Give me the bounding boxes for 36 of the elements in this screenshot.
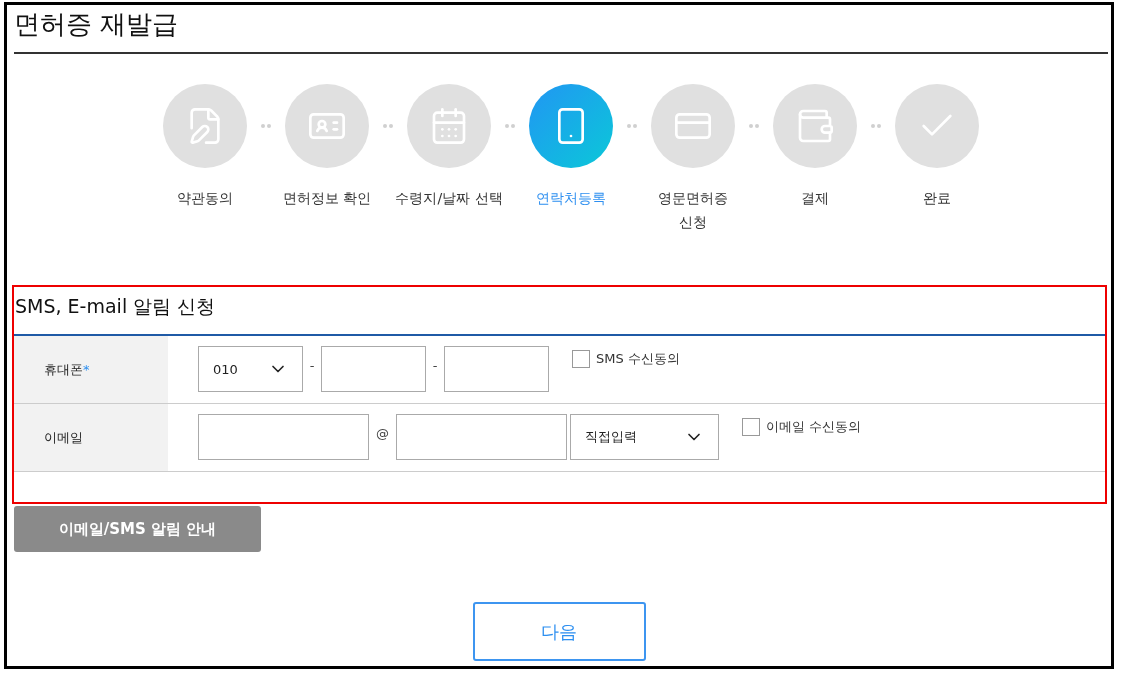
domain-select[interactable]: 직접입력 xyxy=(570,414,719,460)
dot xyxy=(627,124,631,128)
dot xyxy=(383,124,387,128)
separator: - xyxy=(431,357,439,375)
input-field[interactable] xyxy=(321,346,426,392)
at-sign: @ xyxy=(375,425,390,443)
input-field[interactable] xyxy=(198,414,369,460)
page-title: 면허증 재발급 xyxy=(14,5,1108,54)
dot xyxy=(749,124,753,128)
dot xyxy=(755,124,759,128)
input-field[interactable] xyxy=(396,414,567,460)
field-label: 휴대폰* xyxy=(44,360,90,379)
dot xyxy=(261,124,265,128)
dot xyxy=(505,124,509,128)
dot xyxy=(871,124,875,128)
step-label: 면허정보 확인 xyxy=(282,189,372,208)
dot xyxy=(389,124,393,128)
step-label: 영문면허증 신청 xyxy=(658,189,728,232)
dot xyxy=(267,124,271,128)
consent-label: SMS 수신동의 xyxy=(596,350,680,368)
checkbox[interactable] xyxy=(572,350,590,368)
step-label: 결제 xyxy=(801,189,829,208)
step-label: 완료 xyxy=(923,189,951,208)
checkbox[interactable] xyxy=(742,418,760,436)
input-field[interactable] xyxy=(444,346,549,392)
section-title: SMS, E-mail 알림 신청 xyxy=(14,294,217,319)
phone-prefix-select[interactable]: 010 xyxy=(198,346,303,392)
consent-label: 이메일 수신동의 xyxy=(766,418,862,436)
step-label: 연락처등록 xyxy=(536,189,606,208)
separator: - xyxy=(308,357,316,375)
field-label: 이메일 xyxy=(44,428,83,447)
dot xyxy=(511,124,515,128)
dot xyxy=(877,124,881,128)
dot xyxy=(633,124,637,128)
step-label: 약관동의 xyxy=(177,189,233,208)
step-label: 수령지/날짜 선택 xyxy=(395,189,503,208)
